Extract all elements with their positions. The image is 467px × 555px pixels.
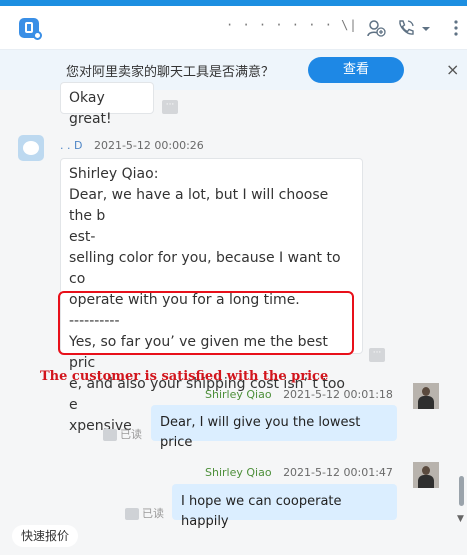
message-header: . . D 2021-5-12 00:00:26 (60, 139, 204, 152)
message-more-button[interactable]: ··· (369, 348, 385, 362)
message-line: selling color for you, because I want to… (69, 250, 341, 287)
message-line: Shirley Qiao: (69, 166, 159, 182)
read-status: 已读 (103, 426, 142, 442)
quick-quote-button[interactable]: 快速报价 (12, 525, 78, 547)
add-contact-icon[interactable] (366, 18, 386, 38)
avatar (18, 135, 44, 161)
message-header: Shirley Qiao 2021-5-12 00:01:18 (205, 388, 393, 401)
message-bubble-lowest-price: Dear, I will give you the lowest price (151, 405, 397, 450)
message-timestamp: 2021-5-12 00:00:26 (93, 139, 204, 152)
chat-area: Okay great! ··· . . D 2021-5-12 00:00:26… (0, 82, 467, 555)
annotation-caption: The customer is satisfied with the price (40, 369, 329, 384)
caret-down-icon[interactable] (421, 24, 431, 34)
sender-name: Shirley Qiao (205, 388, 272, 401)
avatar (413, 383, 439, 409)
phone-call-icon[interactable] (396, 18, 416, 38)
message-line: Dear, we have a lot, but I will choose t… (69, 187, 329, 224)
message-text: Okay great! (69, 90, 112, 127)
annotation-highlight-box (58, 291, 354, 355)
avatar (413, 462, 439, 488)
message-line: est- (69, 229, 96, 245)
read-label: 已读 (120, 428, 142, 441)
scrollbar-thumb[interactable] (459, 476, 464, 506)
scroll-down-icon[interactable]: ▼ (457, 514, 464, 524)
message-bubble-okay: Okay great! (60, 82, 154, 127)
read-check-icon (125, 508, 139, 520)
read-status: 已读 (125, 505, 164, 521)
sender-name: Shirley Qiao (205, 466, 272, 479)
app-icon[interactable] (19, 18, 42, 40)
chat-title: · · · · · · · \| (226, 18, 358, 32)
message-bubble-cooperate: I hope we can cooperate happily (172, 484, 397, 529)
close-icon[interactable]: × (446, 60, 459, 79)
message-text: Dear, I will give you the lowest price (160, 415, 361, 450)
survey-view-button[interactable]: 查看 (308, 57, 404, 83)
message-more-button[interactable]: ··· (162, 100, 178, 114)
chat-header: · · · · · · · \| (0, 6, 467, 50)
survey-question: 您对阿里卖家的聊天工具是否满意？ (66, 65, 275, 80)
message-timestamp: 2021-5-12 00:01:18 (283, 388, 393, 401)
read-check-icon (103, 429, 117, 441)
more-vertical-icon[interactable] (446, 18, 466, 38)
read-label: 已读 (142, 507, 164, 520)
sender-name: . . D (60, 139, 83, 152)
message-text: I hope we can cooperate happily (181, 494, 342, 529)
scrollbar[interactable]: ▼ (455, 90, 467, 555)
message-header: Shirley Qiao 2021-5-12 00:01:47 (205, 466, 393, 479)
message-timestamp: 2021-5-12 00:01:47 (283, 466, 393, 479)
